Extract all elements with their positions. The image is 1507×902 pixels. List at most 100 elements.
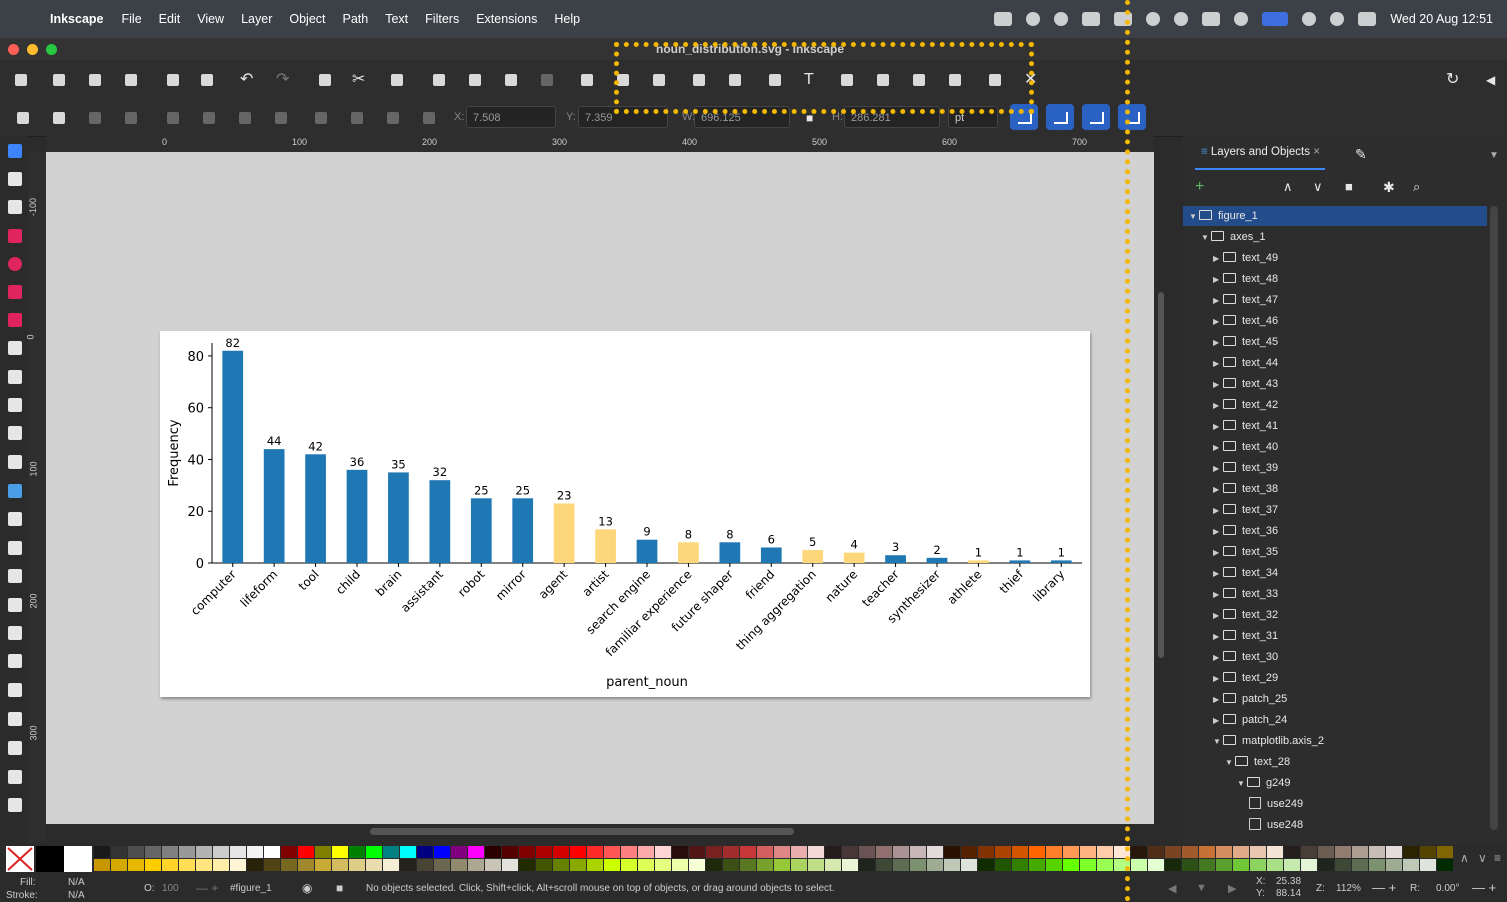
color-swatch[interactable] [570,859,586,871]
expand-icon[interactable]: ▶ [1213,291,1223,311]
tab-layers-objects[interactable]: ≡ Layers and Objects × [1201,146,1320,158]
bar-chart[interactable]: 02040608082computer44lifeform42tool36chi… [160,331,1090,697]
color-swatch[interactable] [1097,859,1113,871]
color-swatch[interactable] [672,846,688,858]
move-up-icon[interactable]: ∧ [1283,179,1293,195]
color-swatch[interactable] [264,859,280,871]
tree-row[interactable]: ▶ text_49 [1183,248,1487,268]
stroke-value[interactable]: N/A [68,890,85,901]
color-swatch[interactable] [1148,859,1164,871]
tree-row[interactable]: ▶ text_41 [1183,416,1487,436]
tree-scrollbar[interactable] [1490,206,1498,830]
color-swatch[interactable] [1437,859,1453,871]
menu-filters[interactable]: Filters [425,12,459,26]
white-swatch[interactable] [64,846,92,872]
color-swatch[interactable] [315,846,331,858]
pages-list-tool-icon[interactable] [8,798,22,812]
color-swatch[interactable] [1182,846,1198,858]
color-swatch[interactable] [604,859,620,871]
fill-stroke-tab-icon[interactable]: ✎ [1355,146,1367,162]
expand-icon[interactable]: ▶ [1213,438,1223,458]
color-swatch[interactable] [315,859,331,871]
tree-row[interactable]: ▶ text_48 [1183,269,1487,289]
color-swatch[interactable] [944,859,960,871]
clock[interactable]: Wed 20 Aug 12:51 [1390,12,1493,26]
color-swatch[interactable] [706,846,722,858]
lower-icon[interactable] [384,110,402,126]
color-swatch[interactable] [587,846,603,858]
color-swatch[interactable] [298,846,314,858]
menu-text[interactable]: Text [385,12,408,26]
color-swatch[interactable] [723,859,739,871]
color-swatch[interactable] [485,846,501,858]
color-swatch[interactable] [366,846,382,858]
snap-toggle-icon[interactable]: ↻ [1446,72,1459,88]
color-swatch[interactable] [1335,859,1351,871]
color-swatch[interactable] [1318,846,1334,858]
menu-help[interactable]: Help [554,12,580,26]
tree-row[interactable]: ▶ text_30 [1183,647,1487,667]
color-swatch[interactable] [791,846,807,858]
expand-icon[interactable]: ▶ [1213,648,1223,668]
color-swatch[interactable] [1165,859,1181,871]
open-file-icon[interactable] [50,72,68,88]
no-paint-swatch[interactable] [6,846,34,872]
color-swatch[interactable] [1182,859,1198,871]
color-swatch[interactable] [519,859,535,871]
color-swatch[interactable] [468,859,484,871]
tree-row[interactable]: ▼ matplotlib.axis_2 [1183,731,1487,751]
fill-value[interactable]: N/A [68,877,85,888]
opacity-field[interactable]: 100 [162,883,179,894]
color-swatch[interactable] [1046,846,1062,858]
color-swatch[interactable] [1233,859,1249,871]
menu-extensions[interactable]: Extensions [476,12,537,26]
palette-scroll-down-icon[interactable]: ∨ [1478,850,1487,866]
expand-icon[interactable]: ▶ [1213,375,1223,395]
box3d-tool-icon[interactable] [8,313,22,327]
color-swatch[interactable] [468,846,484,858]
lock-icon[interactable]: ■ [336,881,343,895]
raise-icon[interactable] [348,110,366,126]
current-layer[interactable]: #figure_1 [230,883,272,894]
collapse-icon[interactable]: ▼ [1225,753,1235,773]
expand-icon[interactable]: ▶ [1213,690,1223,710]
moon-icon[interactable] [1234,12,1249,26]
duplicate-icon[interactable] [578,72,596,88]
snap-menu-icon[interactable]: ◀ [1486,72,1495,88]
paste-icon[interactable] [388,72,406,88]
color-swatch[interactable] [757,859,773,871]
color-swatch[interactable] [944,846,960,858]
color-swatch[interactable] [230,846,246,858]
color-swatch[interactable] [213,859,229,871]
color-swatch[interactable] [927,859,943,871]
color-swatch[interactable] [689,859,705,871]
color-swatch[interactable] [1369,859,1385,871]
rectangle-tool-icon[interactable] [8,229,22,243]
color-swatch[interactable] [1012,859,1028,871]
menu-object[interactable]: Object [289,12,325,26]
expand-icon[interactable]: ▶ [1213,312,1223,332]
star-tool-icon[interactable] [8,285,22,299]
color-swatch[interactable] [1233,846,1249,858]
tree-row[interactable]: ▶ text_33 [1183,584,1487,604]
tree-row[interactable]: ▶ text_36 [1183,521,1487,541]
select-same-icon[interactable] [86,110,104,126]
color-swatch[interactable] [366,859,382,871]
print-icon[interactable] [122,72,140,88]
scale-corners-icon[interactable] [1046,104,1074,130]
color-swatch[interactable] [1216,859,1232,871]
color-swatch[interactable] [349,846,365,858]
expand-icon[interactable]: ▶ [1213,354,1223,374]
color-swatch[interactable] [451,846,467,858]
zoom-tool-icon[interactable] [8,770,22,784]
page-select-icon[interactable]: ▼ [1196,882,1207,894]
zoom-page-width-icon[interactable] [538,72,556,88]
color-swatch[interactable] [1131,846,1147,858]
fan-icon[interactable] [1054,12,1069,26]
mesh-tool-icon[interactable] [8,512,22,526]
color-swatch[interactable] [995,846,1011,858]
color-swatch[interactable] [383,859,399,871]
color-swatch[interactable] [808,859,824,871]
search-icon[interactable]: ⌕ [1413,179,1420,195]
color-swatch[interactable] [1080,846,1096,858]
